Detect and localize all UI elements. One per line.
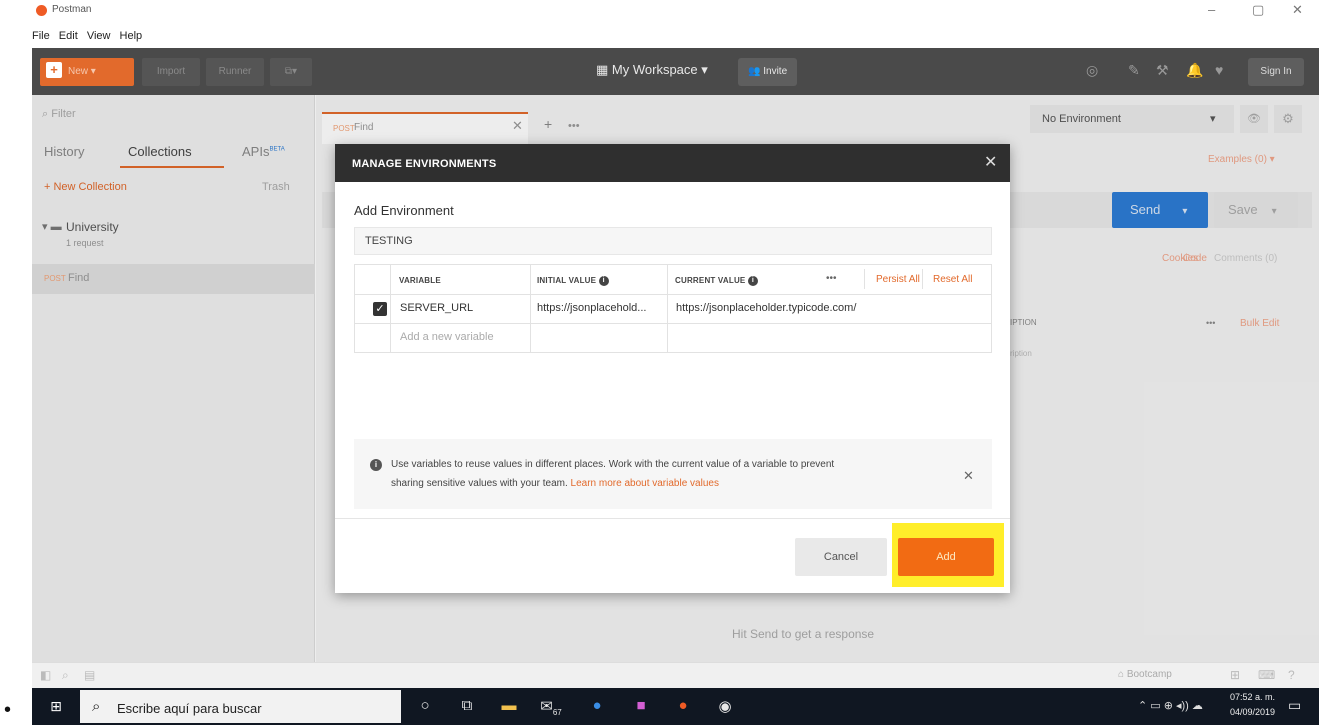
photos-icon[interactable]: ◉ — [710, 697, 740, 715]
column-header-current-value: CURRENT VALUE i — [675, 276, 758, 286]
header-separator — [922, 269, 923, 289]
badge-count: 67 — [552, 708, 562, 717]
maximize-button[interactable]: ▢ — [1252, 2, 1264, 18]
new-label: New — [68, 66, 89, 77]
bootcamp-icon: ⌂ — [1118, 669, 1125, 680]
notifications-bell-icon[interactable]: 🔔 — [1186, 62, 1203, 79]
current-value-label: CURRENT VALUE — [675, 276, 746, 286]
sign-in-button[interactable]: Sign In — [1248, 58, 1304, 86]
menu-edit[interactable]: Edit — [59, 30, 78, 42]
settings-wrench-icon[interactable]: ⚒ — [1156, 62, 1169, 79]
variable-enabled-checkbox[interactable]: ✓ — [373, 302, 387, 316]
menu-view[interactable]: View — [87, 30, 111, 42]
more-options-icon[interactable]: ••• — [826, 273, 837, 284]
console-icon[interactable]: ▤ — [84, 668, 95, 682]
menu-file[interactable]: File — [32, 30, 50, 42]
add-button[interactable]: Add — [898, 538, 994, 576]
new-window-button[interactable]: ⧉▾ — [270, 58, 312, 86]
table-divider — [390, 265, 391, 352]
invite-label: Invite — [763, 66, 788, 77]
add-user-icon: 👥 — [748, 66, 761, 77]
bootcamp-link[interactable]: ⌂ Bootcamp — [1118, 669, 1172, 680]
variable-name-cell[interactable]: SERVER_URL — [400, 302, 473, 314]
postman-taskbar-icon[interactable]: ● — [668, 697, 698, 714]
info-icon: i — [370, 459, 382, 471]
clock-date[interactable]: 04/09/2019 — [1230, 707, 1275, 717]
find-icon[interactable]: ⌕ — [62, 668, 69, 683]
add-environment-heading: Add Environment — [354, 203, 454, 218]
workspace-grid-icon: ▦ — [596, 62, 609, 77]
system-tray-icons[interactable]: ⌃ ▭ ⊕ ◂)) ☁ — [1138, 699, 1203, 712]
interceptor-icon[interactable]: ✎ — [1128, 62, 1140, 79]
modal-footer-divider — [335, 518, 1010, 519]
close-modal-icon[interactable]: ✕ — [984, 152, 997, 172]
app-badge-icon[interactable]: ✉67 — [536, 697, 566, 717]
keyboard-icon[interactable]: ⌨ — [1258, 668, 1275, 682]
table-divider — [667, 265, 668, 352]
chevron-down-icon: ▾ — [701, 62, 708, 77]
sync-icon[interactable]: ◎ — [1086, 62, 1098, 79]
bullet-mark: • — [4, 699, 12, 721]
header-separator — [864, 269, 865, 289]
close-window-button[interactable]: ✕ — [1292, 2, 1303, 18]
close-banner-icon[interactable]: ✕ — [963, 468, 974, 484]
reset-all-button[interactable]: Reset All — [933, 274, 972, 285]
workspace-label: My Workspace — [611, 62, 698, 77]
firefox-icon[interactable]: ● — [582, 697, 612, 714]
postman-logo-icon — [36, 5, 47, 16]
cancel-button[interactable]: Cancel — [795, 538, 887, 576]
task-view-icon[interactable]: ⧉ — [452, 697, 482, 714]
phpstorm-icon[interactable]: ■ — [626, 697, 656, 714]
modal-title: MANAGE ENVIRONMENTS — [352, 158, 497, 170]
initial-value-cell[interactable]: https://jsonplacehold... — [537, 302, 646, 314]
clock-time[interactable]: 07:52 a. m. — [1230, 692, 1275, 702]
toggle-sidebar-icon[interactable]: ◧ — [40, 668, 51, 682]
chevron-down-icon: ▾ — [90, 66, 96, 77]
file-explorer-icon[interactable]: ▬ — [494, 697, 524, 714]
initial-value-label: INITIAL VALUE — [537, 276, 597, 286]
table-divider — [355, 294, 991, 295]
minimize-button[interactable]: – — [1208, 2, 1215, 17]
help-text: sharing sensitive values with your team.… — [391, 478, 719, 489]
table-divider — [355, 323, 991, 324]
bootcamp-label: Bootcamp — [1126, 669, 1172, 680]
cortana-icon[interactable]: ○ — [410, 697, 440, 714]
plus-icon: + — [46, 62, 62, 78]
help-banner — [354, 439, 992, 509]
invite-button[interactable]: 👥 Invite — [738, 58, 798, 86]
help-text-prefix: sharing sensitive values with your team. — [391, 478, 571, 489]
help-icon[interactable]: ? — [1288, 668, 1295, 682]
taskbar-search-placeholder: Escribe aquí para buscar — [117, 701, 262, 716]
windows-start-icon[interactable]: ⊞ — [32, 688, 80, 725]
notifications-icon[interactable]: ▭ — [1288, 697, 1301, 714]
table-divider — [530, 265, 531, 352]
menu-help[interactable]: Help — [120, 30, 143, 42]
persist-all-button[interactable]: Persist All — [876, 274, 920, 285]
new-window-icon: ⧉▾ — [284, 66, 298, 77]
environment-name-input[interactable]: TESTING — [354, 227, 992, 255]
column-header-initial-value: INITIAL VALUE i — [537, 276, 609, 286]
import-button[interactable]: Import — [142, 58, 200, 86]
heart-icon[interactable]: ♥ — [1215, 62, 1223, 78]
current-value-cell[interactable]: https://jsonplaceholder.typicode.com/ — [676, 302, 856, 314]
column-header-variable: VARIABLE — [399, 276, 441, 285]
menu-bar: File Edit View Help — [32, 30, 148, 42]
info-icon[interactable]: i — [598, 276, 609, 286]
window-title: Postman — [52, 4, 92, 15]
info-icon[interactable]: i — [747, 276, 758, 286]
help-text: Use variables to reuse values in differe… — [391, 459, 835, 470]
workspace-selector[interactable]: ▦ My Workspace ▾ — [596, 62, 708, 78]
add-variable-input[interactable]: Add a new variable — [400, 331, 494, 343]
search-icon: ⌕ — [92, 698, 101, 715]
layout-icon[interactable]: ⊞ — [1230, 668, 1240, 682]
title-bar — [32, 0, 1319, 20]
runner-button[interactable]: Runner — [206, 58, 264, 86]
new-button[interactable]: + New ▾ — [40, 58, 134, 86]
learn-more-link[interactable]: Learn more about variable values — [571, 478, 719, 489]
